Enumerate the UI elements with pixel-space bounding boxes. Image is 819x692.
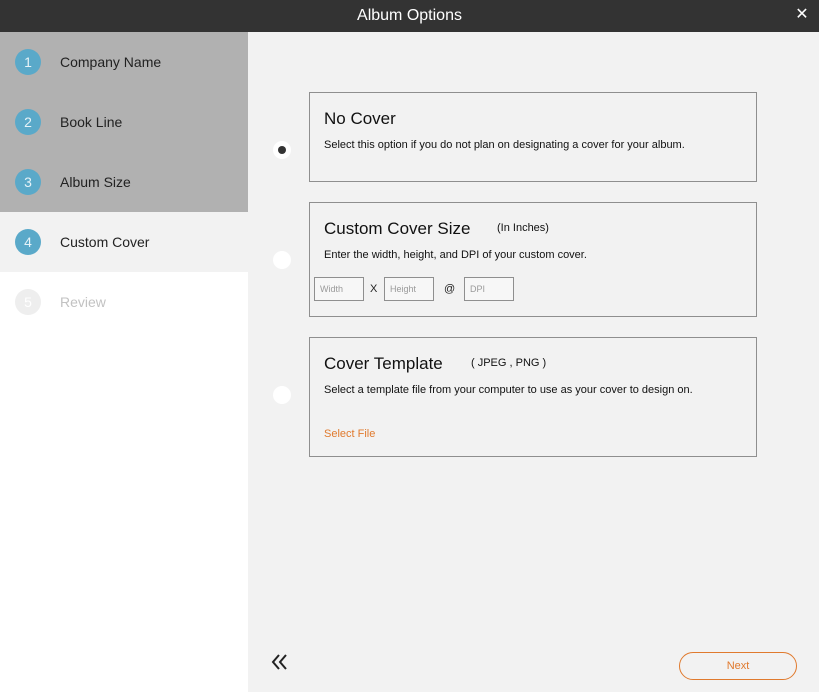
step-label: Company Name [60,54,162,70]
option-title: Custom Cover Size [324,219,471,238]
step-label: Review [60,294,106,310]
custom-cover-size-option[interactable]: Custom Cover Size (In Inches) Enter the … [309,202,757,317]
cover-template-radio[interactable] [273,386,291,404]
step-number-badge: 3 [15,169,41,195]
step-custom-cover[interactable]: 4 Custom Cover [0,212,248,272]
wizard-steps-sidebar: 1 Company Name 2 Book Line 3 Album Size … [0,32,248,692]
dpi-separator: @ [444,283,456,295]
step-label: Custom Cover [60,234,150,250]
step-number-badge: 2 [15,109,41,135]
step-company-name[interactable]: 1 Company Name [0,32,248,92]
album-options-window: Album Options ✕ 1 Company Name 2 Book Li… [0,0,819,692]
step-label: Album Size [60,174,131,190]
double-chevron-left-icon[interactable] [270,652,290,672]
next-button[interactable]: Next [679,652,797,680]
option-title: No Cover [324,109,396,128]
close-icon[interactable]: ✕ [793,6,811,24]
height-input[interactable] [384,277,434,301]
radio-selected-dot [278,146,286,154]
option-description: Select a template file from your compute… [324,384,693,396]
option-subtitle: (In Inches) [497,222,549,234]
width-input[interactable] [314,277,364,301]
option-subtitle: ( JPEG , PNG ) [471,357,547,369]
window-title: Album Options [357,7,462,24]
dimension-separator: X [370,283,378,295]
step-label: Book Line [60,114,123,130]
cover-template-option[interactable]: Cover Template ( JPEG , PNG ) Select a t… [309,337,757,457]
step-review: 5 Review [0,272,248,332]
select-file-link[interactable]: Select File [324,428,375,440]
title-bar: Album Options ✕ [0,0,819,32]
option-title: Cover Template [324,354,443,373]
option-description: Select this option if you do not plan on… [324,139,685,151]
no-cover-option[interactable]: No Cover Select this option if you do no… [309,92,757,182]
custom-cover-size-radio[interactable] [273,251,291,269]
step-number-badge: 1 [15,49,41,75]
step-album-size[interactable]: 3 Album Size [0,152,248,212]
option-description: Enter the width, height, and DPI of your… [324,249,587,261]
no-cover-radio[interactable] [273,141,291,159]
step-number-badge: 4 [15,229,41,255]
step-book-line[interactable]: 2 Book Line [0,92,248,152]
dpi-input[interactable] [464,277,514,301]
step-number-badge: 5 [15,289,41,315]
